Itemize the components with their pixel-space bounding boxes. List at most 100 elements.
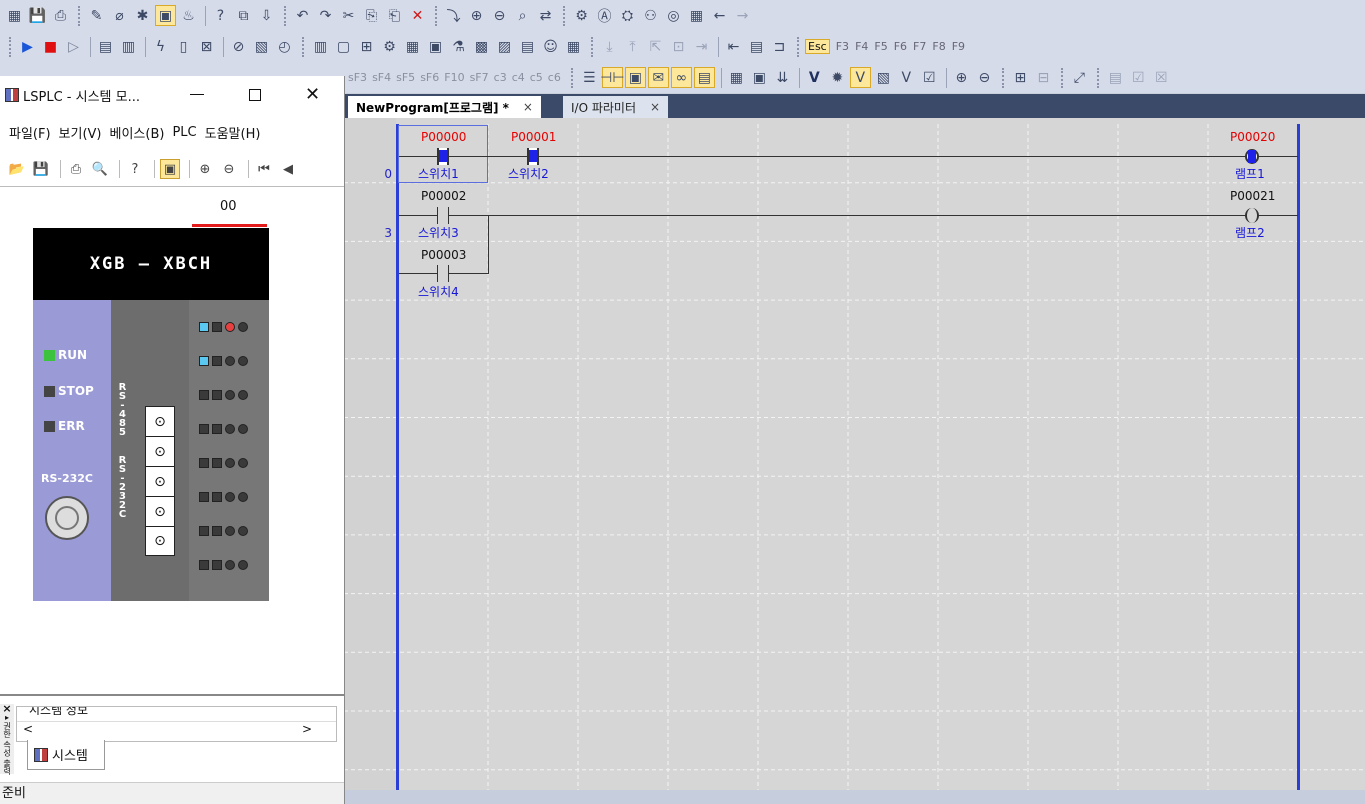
close-icon[interactable]: × <box>523 100 533 114</box>
device-icon[interactable]: ⚗ <box>448 36 469 57</box>
variable-list-icon[interactable]: V <box>896 67 917 88</box>
link-icon[interactable]: ⊘ <box>228 36 249 57</box>
view-device-icon[interactable]: ▣ <box>624 67 646 88</box>
fkey-c4[interactable]: c4 <box>512 71 525 84</box>
open-folder-icon[interactable]: 📂 <box>7 159 27 179</box>
arrow-right-icon[interactable]: → <box>732 5 753 26</box>
online-icon[interactable]: ✱ <box>132 5 153 26</box>
fkey-f6[interactable]: F6 <box>894 40 907 53</box>
menu-base[interactable]: 베이스(B) <box>110 123 165 142</box>
system-monitor-icon[interactable]: ▣ <box>425 36 446 57</box>
coil-symbol-p00021[interactable] <box>1241 208 1263 223</box>
settings-icon[interactable]: ⚙ <box>571 5 592 26</box>
paste-icon[interactable]: ⎗ <box>384 5 405 26</box>
link-off-icon[interactable]: ⌀ <box>109 5 130 26</box>
fkey-sf5[interactable]: sF5 <box>396 71 415 84</box>
memory-icon[interactable]: ▦ <box>402 36 423 57</box>
fkey-f9[interactable]: F9 <box>952 40 965 53</box>
batch-icon[interactable]: ▦ <box>563 36 584 57</box>
fkey-c3[interactable]: c3 <box>494 71 507 84</box>
watch-icon[interactable]: ▤ <box>517 36 538 57</box>
fkey-c6[interactable]: c6 <box>548 71 561 84</box>
print-icon[interactable]: ⎙ <box>66 159 86 179</box>
run-to-icon[interactable]: ⇥ <box>691 36 712 57</box>
zoom-icon[interactable]: ◎ <box>663 5 684 26</box>
fkey-c5[interactable]: c5 <box>530 71 543 84</box>
properties-icon[interactable]: ▦ <box>726 67 747 88</box>
chip-icon[interactable]: ✹ <box>827 67 848 88</box>
zoom-out-icon[interactable]: ⊖ <box>219 159 239 179</box>
data-trace-icon[interactable]: ▨ <box>494 36 515 57</box>
fkey-f8[interactable]: F8 <box>932 40 945 53</box>
coil-symbol-p00020[interactable] <box>1241 149 1263 164</box>
hscrollbar[interactable]: < > <box>17 721 336 739</box>
menu-file[interactable]: 파일(F) <box>9 123 51 142</box>
fit-icon[interactable]: ⤢ <box>1069 67 1090 88</box>
menu-view[interactable]: 보기(V) <box>59 123 102 142</box>
stop-icon[interactable]: ■ <box>40 36 61 57</box>
pin-close-icon[interactable]: × <box>0 703 14 714</box>
ladder-editor[interactable]: 0 3 P00000 스위치1 P00001 스위치2 P00002 스위치3 … <box>344 118 1365 790</box>
view-address-icon[interactable]: ∞ <box>670 67 692 88</box>
step-over-icon[interactable]: ⤒ <box>622 36 643 57</box>
fault-mask-icon[interactable]: ⊠ <box>196 36 217 57</box>
split-icon[interactable]: ⊞ <box>1010 67 1031 88</box>
fkey-esc[interactable]: Esc <box>805 39 830 54</box>
contact-symbol-p00001[interactable] <box>524 148 542 165</box>
pages-icon[interactable]: ⧉ <box>233 5 254 26</box>
zoom-in-icon[interactable]: ⊕ <box>195 159 215 179</box>
step-in-icon[interactable]: ⤓ <box>599 36 620 57</box>
search-icon[interactable]: Ⓐ <box>594 5 615 26</box>
fkey-f3[interactable]: F3 <box>836 40 849 53</box>
monitor-stop-icon[interactable]: ▢ <box>333 36 354 57</box>
users-icon[interactable]: ☺ <box>540 36 561 57</box>
download-icon[interactable]: ⇩ <box>256 5 277 26</box>
redo-icon[interactable]: ↷ <box>315 5 336 26</box>
io-skip-icon[interactable]: ▯ <box>173 36 194 57</box>
fkey-sf6[interactable]: sF6 <box>420 71 439 84</box>
help-icon[interactable]: ? <box>210 5 231 26</box>
cross-ref-icon[interactable]: ⚇ <box>640 5 661 26</box>
view-ladder-icon[interactable]: ☰ <box>579 67 600 88</box>
print-icon[interactable]: ⎙ <box>50 5 71 26</box>
scroll-right-icon[interactable]: > <box>302 722 312 736</box>
fkey-f5[interactable]: F5 <box>874 40 887 53</box>
help-icon[interactable]: ? <box>125 159 145 179</box>
tab-io-parameter[interactable]: I/O 파라미터 × <box>563 96 669 118</box>
force-icon[interactable]: ϟ <box>150 36 171 57</box>
window-titlebar[interactable]: LSPLC - 시스템 모... ✕ <box>0 76 344 114</box>
contact-symbol-p00000[interactable] <box>434 148 452 165</box>
fkey-sf7[interactable]: sF7 <box>470 71 489 84</box>
menu-plc[interactable]: PLC <box>172 125 196 140</box>
check-icon[interactable]: ☑ <box>919 67 940 88</box>
trend-icon[interactable]: ⚙ <box>379 36 400 57</box>
system-view-icon[interactable]: ▣ <box>160 159 180 179</box>
thermometer-icon[interactable]: ♨ <box>178 5 199 26</box>
view-contact-icon[interactable]: ⊣⊢ <box>600 67 625 88</box>
copy-icon[interactable]: ⎘ <box>361 5 382 26</box>
fkey-f10[interactable]: F10 <box>444 71 464 84</box>
device-comment-icon[interactable]: ▧ <box>873 67 894 88</box>
plc-info-icon[interactable]: ▤ <box>95 36 116 57</box>
plc-module-image[interactable]: XGB — XBCH RUN STOP ERR RS-232C RS-485 R… <box>33 228 269 601</box>
run-icon[interactable]: ▶ <box>17 36 38 57</box>
print-preview-icon[interactable]: 🔍 <box>90 159 110 179</box>
scroll-left-icon[interactable]: < <box>23 722 33 736</box>
tab-new-program[interactable]: NewProgram[프로그램] * × <box>348 96 541 118</box>
fkey-f7[interactable]: F7 <box>913 40 926 53</box>
close-box-icon[interactable]: ☒ <box>1151 67 1172 88</box>
minimize-icon[interactable] <box>190 94 204 95</box>
undo-icon[interactable]: ↶ <box>292 5 313 26</box>
replace-icon[interactable]: ⇄ <box>535 5 556 26</box>
view-label-icon[interactable]: ▤ <box>693 67 715 88</box>
insert-contact-icon[interactable]: ⊕ <box>466 5 487 26</box>
goto-icon[interactable]: ⇤ <box>723 36 744 57</box>
contact-symbol-p00002[interactable] <box>434 207 452 224</box>
note-icon[interactable]: ▤ <box>1105 67 1126 88</box>
grid-icon[interactable]: ▦ <box>686 5 707 26</box>
delete-contact-icon[interactable]: ⊖ <box>489 5 510 26</box>
variable-v-icon[interactable]: V <box>804 67 825 88</box>
compile-icon[interactable]: ⇊ <box>772 67 793 88</box>
wrench-icon[interactable]: ✎ <box>86 5 107 26</box>
find-icon[interactable]: ⌕ <box>512 5 533 26</box>
